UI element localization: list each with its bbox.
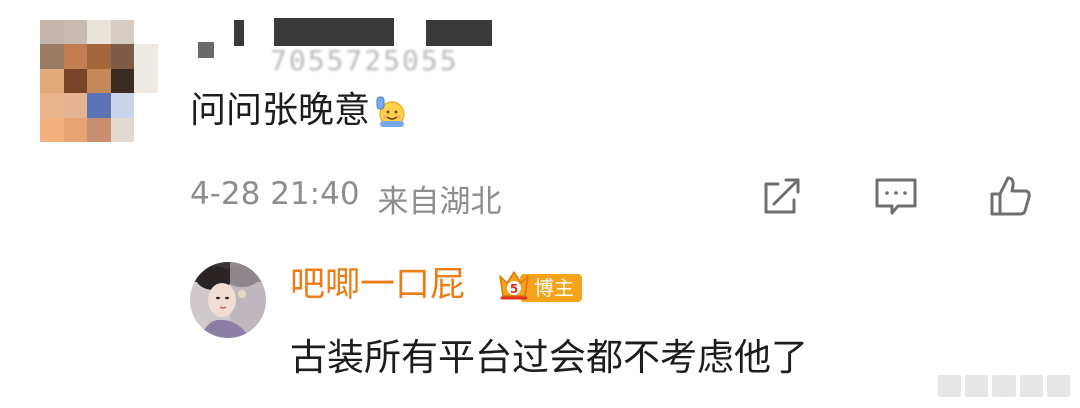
vip-crown-icon: 5 bbox=[494, 266, 534, 306]
reply-text: 古装所有平台过会都不考虑他了 bbox=[290, 336, 808, 379]
comment-timestamp: 4-28 21:40 bbox=[190, 176, 360, 212]
comment-icon[interactable] bbox=[872, 172, 920, 220]
wave-emoji-icon bbox=[374, 93, 410, 129]
watermark bbox=[938, 372, 1071, 400]
comment-actions bbox=[752, 172, 1042, 222]
reply-avatar[interactable] bbox=[190, 262, 266, 338]
username-redacted[interactable]: 7055725055 bbox=[190, 8, 510, 77]
like-icon[interactable] bbox=[986, 172, 1034, 220]
username-fragment: 7055725055 bbox=[270, 44, 459, 77]
vip-level: 5 bbox=[510, 282, 518, 296]
comment-location: 来自湖北 bbox=[377, 184, 502, 220]
reply-username[interactable]: 吧唧一口屁 bbox=[290, 262, 465, 308]
share-icon[interactable] bbox=[758, 172, 806, 220]
avatar-pixelated[interactable] bbox=[40, 20, 158, 142]
comment-text: 问问张晚意 bbox=[190, 86, 410, 136]
comment-meta: 4-28 21:40 来自湖北 bbox=[190, 176, 502, 221]
comment-body: 问问张晚意 bbox=[190, 90, 371, 131]
